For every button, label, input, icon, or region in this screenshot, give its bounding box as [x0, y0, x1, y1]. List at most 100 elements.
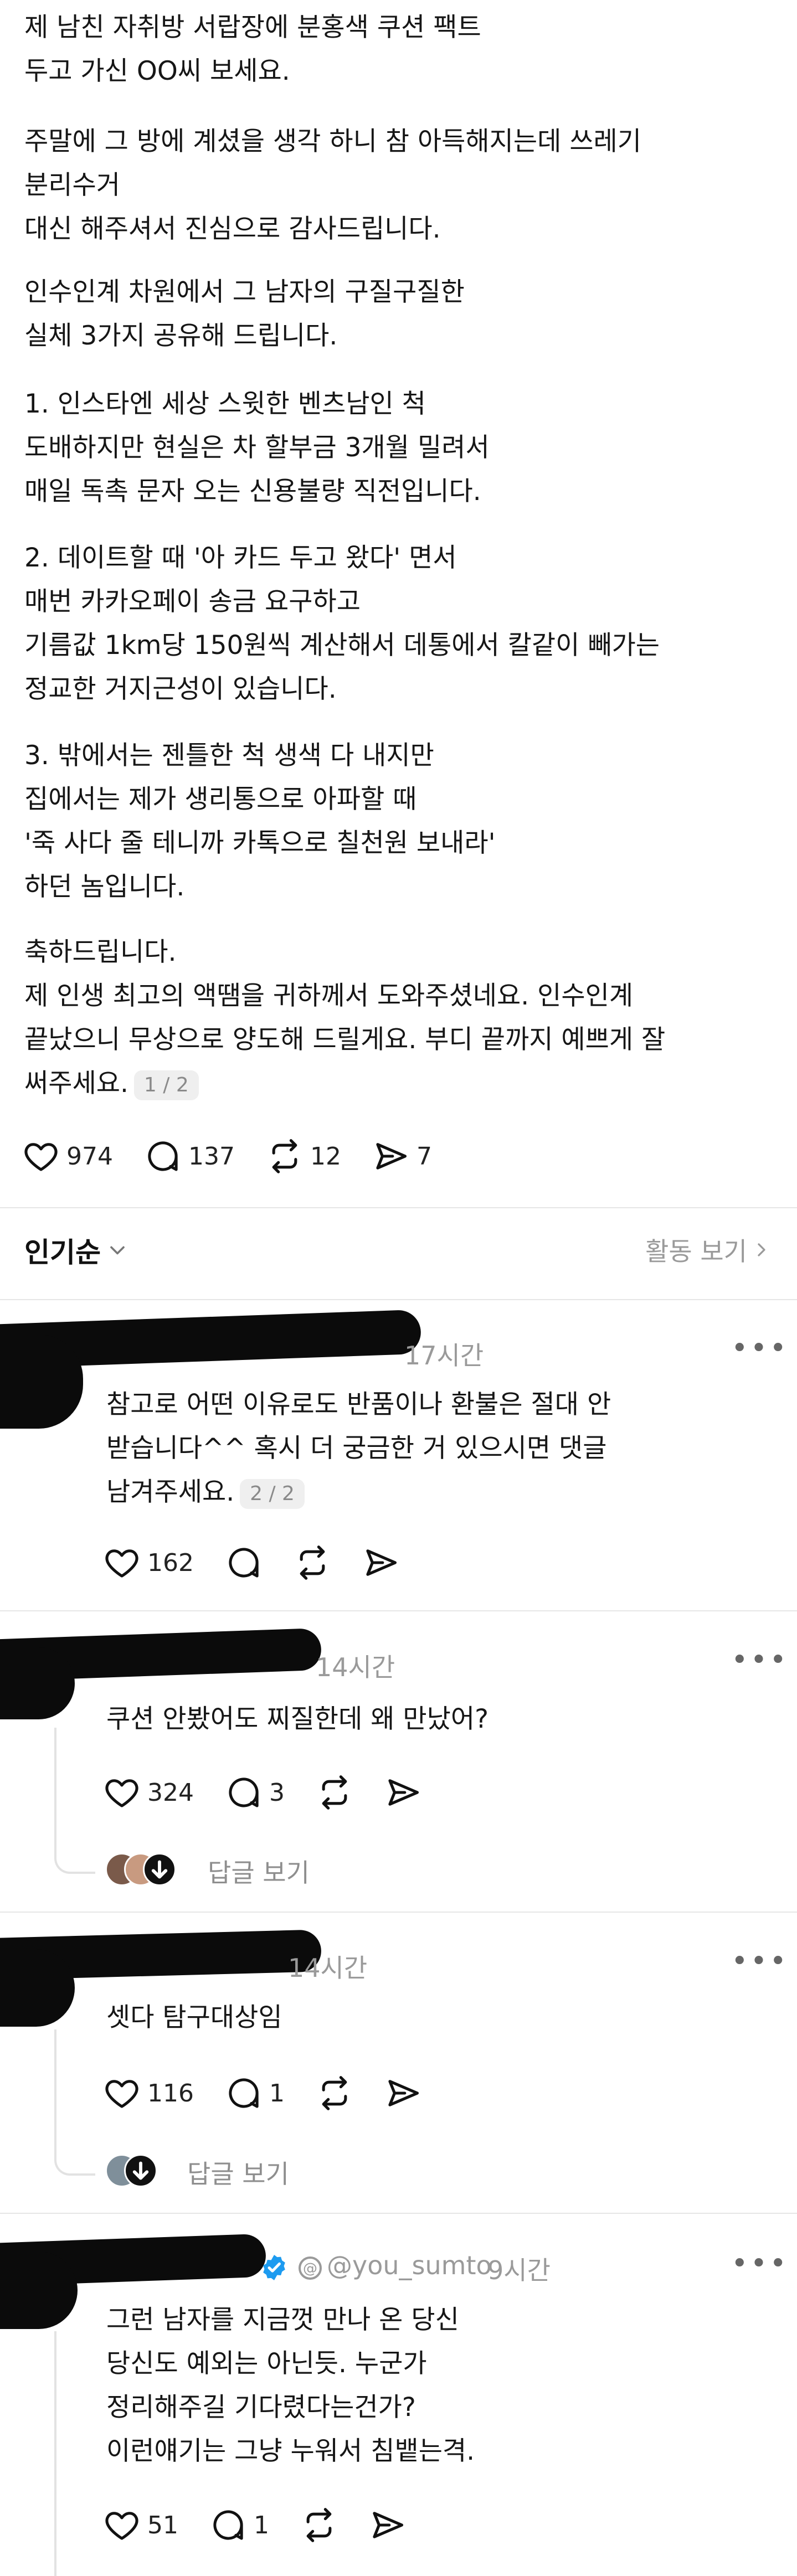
share-button[interactable]: 7	[372, 1137, 432, 1175]
comment-time: 9시간	[487, 2255, 551, 2285]
speech-bubble-icon	[229, 1778, 259, 1807]
share-count: 7	[416, 1142, 432, 1171]
like-count: 324	[147, 1778, 194, 1807]
post-paragraph: 2. 데이트할 때 '아 카드 두고 왔다' 면서 매번 카카오페이 송금 요구…	[24, 543, 660, 704]
arrow-down-icon	[132, 2161, 149, 2180]
thread-line	[54, 1728, 56, 1827]
activity-link[interactable]: 활동 보기	[645, 1232, 773, 1268]
share-button[interactable]	[384, 1774, 422, 1811]
comment-action-bar: 51 1	[103, 2503, 438, 2547]
heart-icon	[105, 2080, 138, 2108]
chevron-right-icon	[758, 1243, 765, 1256]
post-action-bar: 974 137 12 7	[22, 1134, 463, 1178]
comment-count: 137	[188, 1142, 235, 1171]
comment-handle[interactable]: @you_sumto	[327, 2250, 492, 2280]
reply-count: 1	[269, 2079, 285, 2108]
verified-badge-icon	[263, 2255, 285, 2280]
like-button[interactable]: 116	[103, 2074, 194, 2112]
like-button[interactable]: 51	[103, 2506, 178, 2544]
post-paragraph: 주말에 그 방에 계셨을 생각 하니 참 아득해지는데 쓰레기 분리수거 대신 …	[24, 126, 642, 244]
like-count: 162	[147, 1548, 194, 1577]
speech-bubble-icon	[148, 1141, 178, 1171]
page-badge: 1 / 2	[133, 1070, 199, 1100]
like-button[interactable]: 974	[22, 1137, 113, 1175]
share-button[interactable]	[384, 2074, 422, 2112]
like-button[interactable]: 324	[103, 1774, 194, 1811]
redacted-avatar	[0, 2252, 78, 2329]
avatar	[143, 1853, 176, 1886]
post-paragraph: 1. 인스타엔 세상 스윗한 벤츠남인 척 도배하지만 현실은 차 할부금 3개…	[24, 389, 490, 507]
comment-button[interactable]: 3	[225, 1774, 285, 1811]
reply-count: 1	[254, 2511, 269, 2539]
sort-dropdown[interactable]: 인기순	[24, 1230, 130, 1270]
svg-text:@: @	[303, 2260, 317, 2277]
redacted-avatar	[0, 1647, 75, 1719]
threads-logo-icon: @	[299, 2256, 322, 2280]
view-replies-link[interactable]: 답글 보기	[187, 2154, 289, 2191]
reply-avatars[interactable]	[105, 2154, 161, 2187]
send-icon	[376, 1143, 407, 1169]
share-button[interactable]	[362, 1544, 400, 1581]
comment-button[interactable]	[225, 1544, 263, 1581]
post-paragraph: 3. 밖에서는 젠틀한 척 생색 다 내지만 집에서는 제가 생리통으로 아파할…	[24, 740, 496, 902]
divider	[0, 1207, 797, 1208]
repost-button[interactable]	[294, 1544, 331, 1581]
repost-button[interactable]	[316, 1774, 353, 1811]
activity-link-label: 활동 보기	[645, 1237, 747, 1266]
redacted-avatar	[0, 1949, 75, 2027]
comment-text: 그런 남자를 지금껏 만나 온 당신 당신도 예외는 아닌듯. 누군가 정리해주…	[106, 2305, 475, 2466]
speech-bubble-icon	[229, 1548, 259, 1578]
comment-text: 참고로 어떤 이유로도 반품이나 환불은 절대 안 받습니다^^ 혹시 더 궁금…	[106, 1389, 611, 1507]
view-replies-link[interactable]: 답글 보기	[208, 1853, 310, 1889]
reply-avatars[interactable]	[105, 1853, 188, 1886]
arrow-down-icon	[151, 1860, 168, 1879]
repost-button[interactable]: 12	[266, 1137, 341, 1175]
divider	[0, 1299, 797, 1300]
chevron-down-icon	[110, 1246, 125, 1255]
heart-icon	[105, 1549, 138, 1578]
comment-body: 참고로 어떤 이유로도 반품이나 환불은 절대 안 받습니다^^ 혹시 더 궁금…	[106, 1383, 760, 1514]
comment-action-bar: 324 3	[103, 1770, 453, 1815]
more-dots-icon[interactable]: •••	[731, 2247, 789, 2280]
thread-line	[54, 2331, 56, 2576]
send-icon	[366, 1549, 397, 1576]
more-dots-icon[interactable]: •••	[731, 1945, 789, 1978]
speech-bubble-icon	[213, 2510, 243, 2540]
divider	[0, 2213, 797, 2214]
repost-icon	[300, 1545, 325, 1580]
repost-count: 12	[310, 1142, 341, 1171]
repost-icon	[272, 1139, 297, 1173]
heart-icon	[24, 1143, 58, 1171]
post-last-block: 축하드립니다. 제 인생 최고의 액땜을 귀하께서 도와주셨네요. 인수인계 끝…	[24, 930, 778, 1105]
comment-button[interactable]: 137	[144, 1137, 235, 1175]
more-dots-icon[interactable]: •••	[731, 1332, 789, 1365]
comment-time: 14시간	[316, 1652, 395, 1682]
comment-button[interactable]: 1	[225, 2074, 285, 2112]
comment-button[interactable]: 1	[209, 2506, 269, 2544]
like-count: 51	[147, 2511, 178, 2539]
repost-icon	[322, 2076, 347, 2110]
repost-button[interactable]	[316, 2074, 353, 2112]
thread-line	[54, 2129, 95, 2176]
avatar	[124, 2154, 157, 2187]
share-button[interactable]	[369, 2506, 407, 2544]
repost-button[interactable]	[300, 2506, 338, 2544]
speech-bubble-icon	[229, 2078, 259, 2108]
send-icon	[388, 1779, 419, 1806]
like-button[interactable]: 162	[103, 1544, 194, 1581]
redacted-avatar	[0, 1335, 83, 1429]
post-paragraph: 인수인계 차원에서 그 남자의 구질구질한 실체 3가지 공유해 드립니다.	[24, 277, 465, 351]
like-count: 116	[147, 2079, 194, 2108]
comment-action-bar: 116 1	[103, 2071, 453, 2115]
page-badge: 2 / 2	[240, 1478, 305, 1509]
comment-text: 쿠션 안봤어도 찌질한데 왜 만났어?	[106, 1704, 489, 1734]
comment-text: 셋다 탐구대상임	[106, 2002, 282, 2033]
more-dots-icon[interactable]: •••	[731, 1644, 789, 1677]
sort-label: 인기순	[24, 1237, 101, 1269]
repost-icon	[306, 2508, 332, 2542]
like-count: 974	[66, 1142, 113, 1171]
divider	[0, 1610, 797, 1611]
comment-time: 14시간	[288, 1953, 368, 1983]
heart-icon	[105, 2512, 138, 2540]
thread-line	[54, 2029, 56, 2129]
